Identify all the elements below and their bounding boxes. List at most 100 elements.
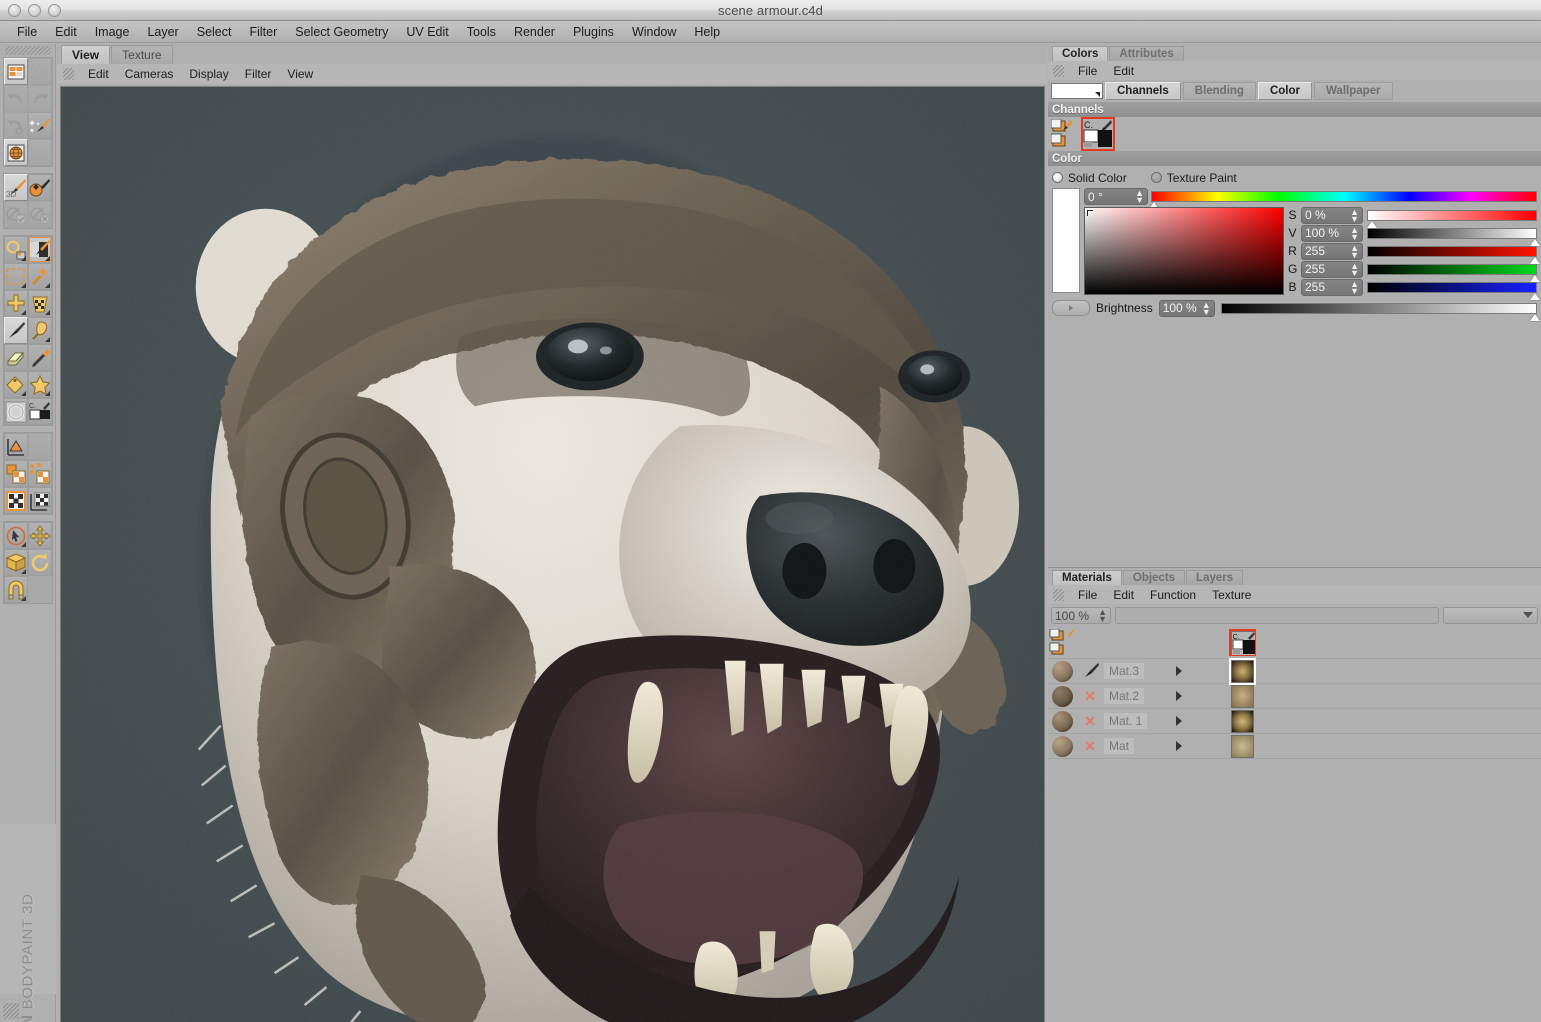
viewport-menu-bar[interactable]: Edit Cameras Display Filter View [57,64,1047,84]
x-icon[interactable]: ✕ [1084,713,1096,730]
uv-polygon-button[interactable] [4,460,28,487]
tab-view[interactable]: View [61,45,110,64]
colors-menu-edit[interactable]: Edit [1105,63,1142,79]
magnifier-button[interactable] [4,236,28,263]
material-paint-toggle[interactable] [1076,663,1104,679]
texture-thumb[interactable] [1231,710,1254,733]
rotate-circle-button[interactable] [28,549,52,576]
material-texture-thumb[interactable] [1228,735,1256,758]
slider-r-stepper[interactable]: ▲▼ [1350,245,1359,259]
saturation-value-box[interactable] [1084,207,1284,295]
slider-g-knob[interactable] [1530,275,1540,282]
tab-colors[interactable]: Colors [1052,46,1108,61]
materials-menu-texture[interactable]: Texture [1204,587,1259,603]
tab-objects[interactable]: Objects [1123,570,1185,585]
ray-check-button[interactable] [4,201,28,228]
menu-layer[interactable]: Layer [138,23,187,41]
slider-g-bar[interactable] [1367,264,1537,275]
checker-bucket-button[interactable] [28,290,52,317]
redo-button[interactable] [28,85,52,112]
material-texture-thumb[interactable] [1228,660,1256,683]
solid-color-radio[interactable] [1052,172,1063,183]
material-name-cell[interactable]: Mat.3 [1104,663,1170,679]
projection-paint-button[interactable] [28,174,52,201]
slider-v-knob[interactable] [1530,239,1540,246]
uv-sphere-map-button[interactable] [4,139,28,166]
palette-drag-grip[interactable] [5,46,51,55]
material-row[interactable]: ✕ Mat.2 [1048,684,1541,709]
move-arrows-button[interactable] [28,522,52,549]
material-expand-arrow[interactable] [1170,716,1188,726]
texture-thumb[interactable] [1231,660,1254,683]
channels-row[interactable]: C. [1048,117,1541,151]
viewport-menu-display[interactable]: Display [181,66,236,82]
menu-uv-edit[interactable]: UV Edit [397,23,457,41]
material-name-cell[interactable]: Mat.2 [1104,688,1170,704]
slider-g[interactable]: G 255 ▲▼ [1288,261,1537,277]
material-filter-combo[interactable] [1443,607,1538,624]
menu-help[interactable]: Help [685,23,729,41]
slider-b-field[interactable]: 255 ▲▼ [1301,279,1363,296]
slider-v-bar[interactable] [1367,228,1537,239]
mode-color[interactable]: Color [1258,82,1312,100]
palette-resize-grip[interactable] [3,1003,19,1019]
star-button[interactable] [28,371,52,398]
slider-v-field[interactable]: 100 % ▲▼ [1301,225,1363,242]
colors-mode-bar[interactable]: Channels Blending Color Wallpaper [1048,80,1541,102]
hue-field[interactable]: 0 ° ▲▼ [1084,188,1148,205]
slider-r-field[interactable]: 255 ▲▼ [1301,243,1363,260]
slider-r-bar[interactable] [1367,246,1537,257]
brightness-expand-button[interactable] [1052,300,1090,316]
slider-b-stepper[interactable]: ▲▼ [1350,281,1359,295]
slider-r[interactable]: R 255 ▲▼ [1288,243,1537,259]
mode-blending[interactable]: Blending [1183,82,1256,100]
mode-channels[interactable]: Channels [1105,82,1181,100]
viewport-menu-edit[interactable]: Edit [80,66,117,82]
viewport-menu-filter[interactable]: Filter [237,66,280,82]
channel-stack-icon[interactable] [1048,629,1076,657]
brightness-bar[interactable] [1221,303,1537,314]
new-texture-button[interactable] [4,58,28,85]
slider-s-stepper[interactable]: ▲▼ [1350,209,1359,223]
colors-menu-grip[interactable] [1053,65,1064,77]
material-row[interactable]: ✕ Mat [1048,734,1541,759]
material-opacity-field[interactable]: 100 % ▲▼ [1051,607,1111,624]
brightness-stepper[interactable]: ▲▼ [1202,302,1211,316]
rotate-cursor-button[interactable] [4,522,28,549]
slider-b-knob[interactable] [1530,293,1540,300]
magic-wand-button[interactable] [28,263,52,290]
materials-panel-tab-bar[interactable]: Materials Objects Layers [1048,568,1541,585]
viewport-menu-view[interactable]: View [279,66,321,82]
material-disable-toggle[interactable]: ✕ [1076,713,1104,730]
material-row[interactable]: ✕ Mat. 1 [1048,709,1541,734]
x-icon[interactable]: ✕ [1084,738,1096,755]
brightness-knob[interactable] [1530,314,1540,321]
material-expand-arrow[interactable] [1170,666,1188,676]
material-preview-sphere[interactable] [1048,736,1076,757]
slider-r-knob[interactable] [1530,257,1540,264]
texture-thumb[interactable] [1231,735,1254,758]
tab-attributes[interactable]: Attributes [1109,46,1183,61]
slider-s[interactable]: S 0 % ▲▼ [1288,207,1537,223]
color-channel[interactable]: C. [1083,119,1113,149]
slider-s-field[interactable]: 0 % ▲▼ [1301,207,1363,224]
slider-v[interactable]: V 100 % ▲▼ [1288,225,1537,241]
brightness-field[interactable]: 100 % ▲▼ [1159,300,1215,317]
hue-row[interactable]: 0 ° ▲▼ [1084,188,1537,205]
material-disable-toggle[interactable]: ✕ [1076,738,1104,755]
slider-g-field[interactable]: 255 ▲▼ [1301,261,1363,278]
ray-cross-button[interactable] [28,201,52,228]
menu-select[interactable]: Select [188,23,241,41]
foreground-color-swatch[interactable] [1051,83,1103,99]
mode-wallpaper[interactable]: Wallpaper [1314,82,1393,100]
material-expand-arrow[interactable] [1170,741,1188,751]
texture-thumb[interactable] [1231,685,1254,708]
paint-3d-button[interactable]: 3D [4,174,28,201]
material-preview-sphere[interactable] [1048,711,1076,732]
materials-toolbar[interactable]: 100 % ▲▼ [1048,604,1541,627]
materials-menu-file[interactable]: File [1070,587,1105,603]
color-mode-radios[interactable]: Solid Color Texture Paint [1052,169,1537,186]
slider-s-bar[interactable] [1367,210,1537,221]
hue-gradient-bar[interactable] [1151,191,1537,202]
color-channel-thumb[interactable]: C. [1231,631,1254,654]
